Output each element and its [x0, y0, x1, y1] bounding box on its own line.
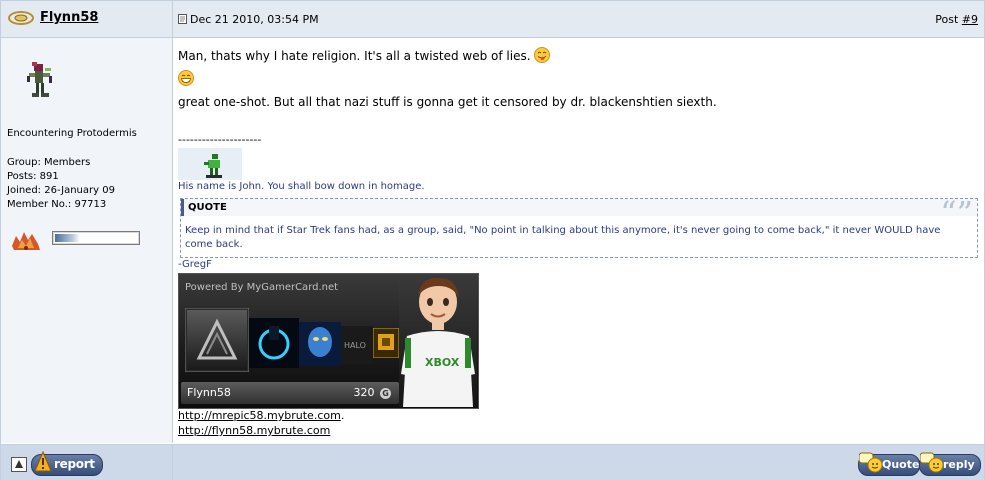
gamerscore-icon: G [380, 388, 391, 399]
signature-divider: --------------------- [178, 133, 262, 146]
forum-post: Flynn58 Dec 21 2010, 03:54 PM Post #9 En [0, 0, 985, 480]
reply-smiley-icon [920, 452, 944, 473]
reply-button[interactable]: reply [919, 452, 981, 476]
user-title: Encountering Protodermis [7, 128, 137, 139]
gamercard-bar: Flynn58 320 G [181, 382, 399, 404]
post-date: Dec 21 2010, 03:54 PM [190, 13, 319, 26]
quote-block: QUOTE “” Keep in mind that if Star Trek … [180, 197, 978, 258]
mybrute-link-1[interactable]: http://mrepic58.mybrute.com. [178, 409, 344, 422]
reputation-icon [12, 232, 40, 250]
message-text: Man, thats why I hate religion. It's all… [178, 49, 531, 63]
mybrute-link-2[interactable]: http://flynn58.mybrute.com [178, 424, 330, 437]
gamerscore: 320 G [353, 386, 391, 399]
online-status-icon [8, 11, 34, 25]
quote-text: Keep in mind that if Star Trek fans had,… [185, 225, 941, 250]
user-member-number: Member No.: 97713 [7, 199, 107, 210]
user-post-count: Posts: 891 [7, 171, 59, 182]
post-number-label: Post [935, 13, 962, 26]
post-number-link[interactable]: #9 [962, 13, 978, 26]
gamerscore-value: 320 [353, 386, 375, 399]
quote-smiley-icon [859, 452, 883, 473]
avatar-game-tile-icon [299, 322, 341, 366]
post-author-header: Flynn58 [1, 1, 173, 38]
user-joined: Joined: 26-January 09 [7, 185, 115, 196]
post-number: Post #9 [935, 13, 978, 26]
user-group: Group: Members [7, 157, 91, 168]
user-avatar[interactable] [19, 62, 59, 106]
quote-author: -GregF [178, 259, 212, 270]
message-line: great one-shot. But all that nazi stuff … [178, 95, 717, 109]
back-to-top-button[interactable] [11, 457, 27, 472]
message-line [178, 68, 968, 91]
reputation-bar [52, 231, 140, 245]
gamercard[interactable]: Powered By MyGamerCard.net HALO Flynn58 … [178, 273, 479, 409]
shirt-text: XBOX [425, 356, 460, 369]
achievement-tile-icon [373, 328, 399, 358]
quote-button[interactable]: Quote [858, 452, 920, 476]
halo-game-tile-icon [185, 308, 249, 372]
post-footer-right: Quote reply [173, 444, 984, 480]
author-name-link[interactable]: Flynn58 [40, 10, 98, 25]
reputation-bar-fill [55, 234, 80, 242]
sprite-character-icon [204, 154, 222, 178]
signature-image [178, 148, 242, 180]
tongue-smiley-icon [534, 47, 551, 63]
quote-label: Quote [882, 458, 920, 471]
report-button[interactable]: report [31, 451, 103, 476]
post-header: Dec 21 2010, 03:54 PM Post #9 [173, 1, 984, 38]
link-suffix: . [340, 409, 345, 422]
user-details: Group: Members Posts: 891 Joined: 26-Jan… [7, 156, 115, 212]
reply-label: reply [943, 458, 975, 471]
warning-icon [34, 451, 52, 472]
message-line: Man, thats why I hate religion. It's all… [178, 45, 968, 68]
gamercard-powered-by: Powered By MyGamerCard.net [185, 282, 339, 293]
xbox-avatar: XBOX [399, 274, 477, 407]
gamertag: Flynn58 [187, 386, 231, 399]
post-content: Man, thats why I hate religion. It's all… [178, 38, 978, 443]
post-message: Man, thats why I hate religion. It's all… [178, 45, 968, 114]
report-label: report [54, 457, 95, 471]
halo-reach-game-tile-icon: HALO [341, 326, 373, 364]
quote-header: QUOTE [181, 199, 977, 216]
post-footer-left: report [1, 444, 173, 480]
svg-text:HALO: HALO [344, 341, 366, 350]
signature-line: His name is John. You shall bow down in … [178, 181, 425, 192]
post-document-icon [178, 14, 187, 24]
user-info-panel: Encountering Protodermis Group: Members … [1, 38, 173, 443]
grin-smiley-icon [178, 70, 194, 86]
link-text[interactable]: http://mrepic58.mybrute.com [178, 409, 341, 422]
tron-game-tile-icon [249, 318, 299, 368]
